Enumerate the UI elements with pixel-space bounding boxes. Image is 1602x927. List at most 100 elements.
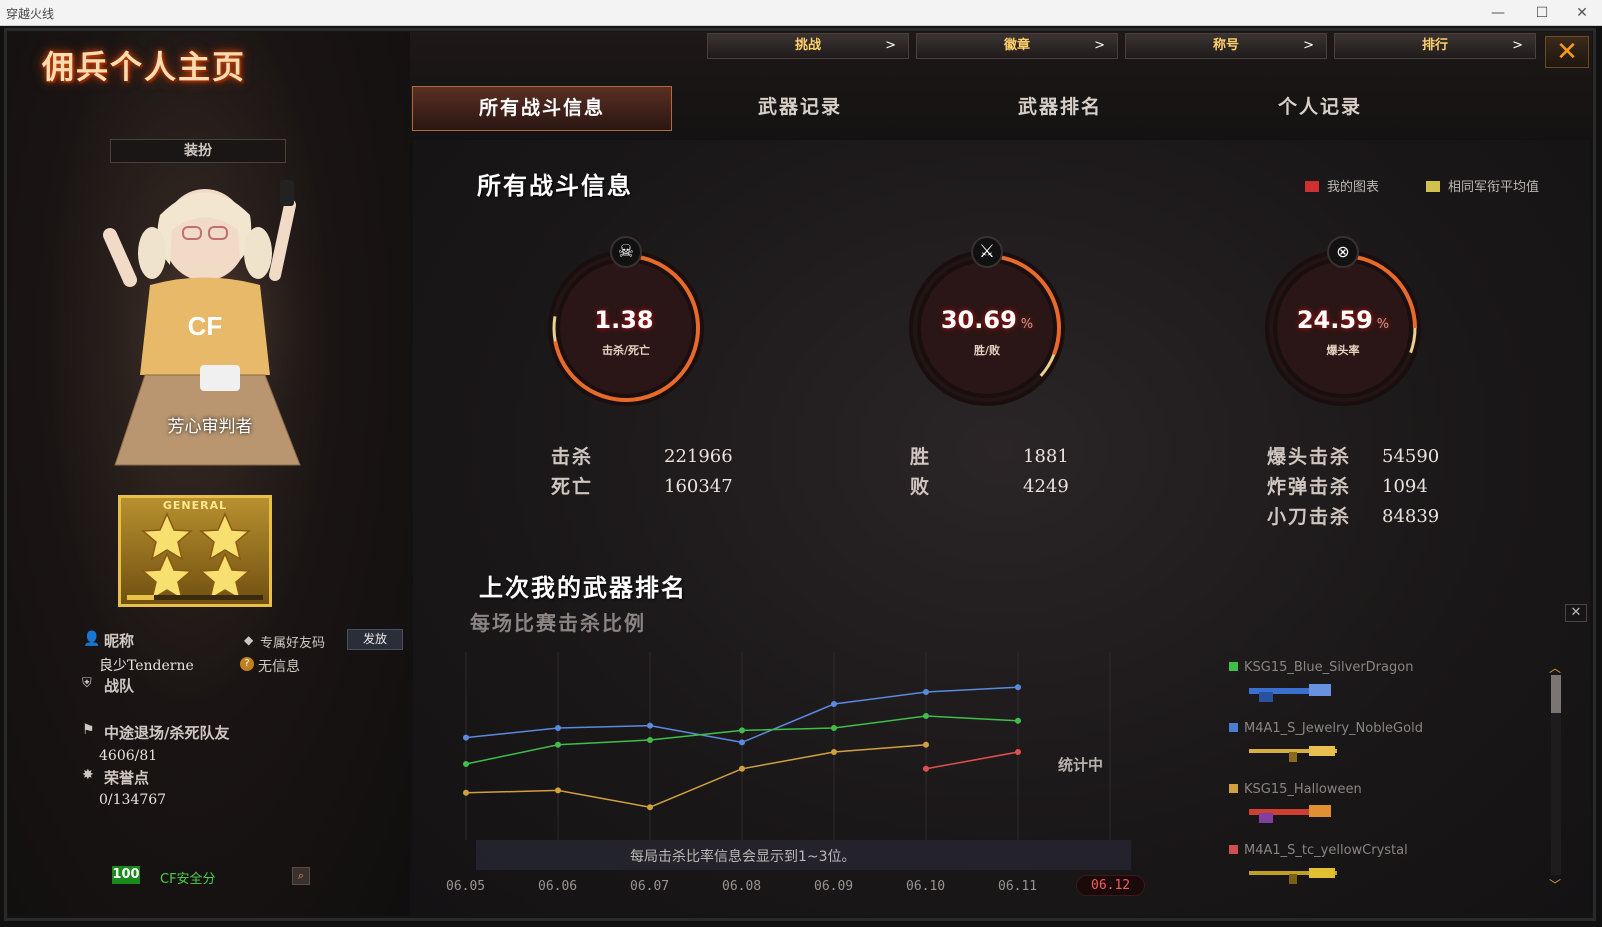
- tab-weapon-ranking[interactable]: 武器排名: [930, 86, 1190, 131]
- x-tick-label[interactable]: 06.06: [538, 879, 577, 894]
- shortcut-badge[interactable]: 徽章 >: [916, 33, 1118, 59]
- friend-code-label: 专属好友码: [260, 636, 326, 651]
- series-point-2: [647, 804, 653, 811]
- battle-info-title: 所有战斗信息: [477, 172, 633, 200]
- weapon-rank-title: 上次我的武器排名: [479, 574, 687, 602]
- series-point-2: [739, 765, 745, 772]
- scrollbar-track[interactable]: [1551, 675, 1561, 875]
- security-label: CF安全分: [160, 872, 216, 887]
- series-point-0: [647, 722, 653, 729]
- nickname-label: 昵称: [104, 632, 135, 650]
- collapse-icon[interactable]: ✕: [1565, 604, 1587, 622]
- series-point-0: [739, 739, 745, 746]
- honor-label: 荣誉点: [104, 769, 150, 787]
- weapon-item-1[interactable]: KSG15_Blue_SilverDragon: [1229, 660, 1413, 675]
- headshot-ring: 24.59% 爆头率: [1263, 248, 1423, 408]
- rank-badge: GENERAL: [118, 495, 272, 607]
- series-point-0: [923, 689, 929, 695]
- shortcut-title[interactable]: 称号 >: [1125, 33, 1327, 59]
- win-ring: 30.69% 胜/败: [907, 248, 1067, 408]
- headshot-kills-label: 爆头击杀: [1267, 446, 1352, 468]
- series-point-2: [831, 749, 837, 755]
- bomb-kills-label: 炸弹击杀: [1267, 476, 1352, 498]
- kd-ring: 1.38 击杀/死亡: [546, 248, 706, 408]
- headshot-value: 24.59: [1296, 306, 1373, 334]
- shield-icon: ⛨: [82, 676, 92, 691]
- losses-label: 败: [910, 476, 932, 498]
- tab-weapon-record[interactable]: 武器记录: [670, 86, 930, 131]
- x-tick-label[interactable]: 06.12: [1076, 875, 1146, 896]
- svg-text:CF: CF: [188, 311, 223, 341]
- tag-icon: ◆: [244, 633, 254, 647]
- series-point-1: [831, 725, 837, 731]
- weapon-rank-subtitle: 每场比赛击杀比例: [470, 611, 646, 635]
- series-point-0: [555, 725, 561, 731]
- crossed-guns-icon: ⚔: [971, 236, 1003, 268]
- series-point-1: [739, 727, 745, 734]
- x-tick-label[interactable]: 06.10: [906, 879, 945, 894]
- tab-personal-record[interactable]: 个人记录: [1190, 86, 1450, 131]
- legend-swatch-red: [1305, 181, 1319, 192]
- bomb-kills-value: 1094: [1382, 476, 1428, 497]
- clan-label: 战队: [104, 677, 135, 695]
- deaths-label: 死亡: [551, 476, 594, 498]
- no-info-text: 无信息: [258, 659, 300, 675]
- runner-icon: ⚑: [82, 722, 95, 738]
- scroll-down-icon[interactable]: ﹀: [1549, 879, 1563, 891]
- weapon-swatch: [1229, 845, 1238, 854]
- knife-kills-value: 84839: [1382, 506, 1440, 527]
- kd-label: 击杀/死亡: [601, 344, 651, 357]
- honor-value: 0/134767: [99, 792, 167, 808]
- series-point-1: [555, 741, 561, 748]
- scroll-up-icon[interactable]: ︿: [1549, 662, 1563, 674]
- x-tick-label[interactable]: 06.11: [998, 879, 1037, 894]
- close-page-button[interactable]: ✕: [1545, 36, 1589, 68]
- x-tick-label[interactable]: 06.09: [814, 879, 853, 894]
- kills-value: 221966: [664, 446, 733, 467]
- skull-icon: ☠: [610, 236, 642, 268]
- minimize-button[interactable]: —: [1478, 3, 1518, 23]
- kd-value: 1.38: [594, 306, 654, 334]
- headshot-kills-value: 54590: [1382, 446, 1440, 467]
- search-icon[interactable]: ⌕: [292, 867, 310, 885]
- nickname-value: 良少Tenderne: [99, 658, 194, 674]
- weapon-item-2[interactable]: M4A1_S_Jewelry_NobleGold: [1229, 721, 1423, 736]
- dress-up-button[interactable]: 装扮: [110, 139, 286, 163]
- star-icon: [141, 512, 251, 601]
- weapon-item-3[interactable]: KSG15_Halloween: [1229, 782, 1362, 797]
- tab-all-battle-info[interactable]: 所有战斗信息: [412, 86, 672, 131]
- question-icon: ?: [240, 657, 254, 671]
- series-point-2: [923, 741, 929, 748]
- x-tick-label[interactable]: 06.05: [446, 879, 485, 894]
- win-label: 胜/败: [973, 344, 1001, 357]
- weapon-swatch: [1229, 784, 1238, 793]
- series-line-3: [925, 751, 1019, 770]
- close-window-button[interactable]: ✕: [1562, 3, 1602, 23]
- quit-label: 中途退场/杀死队友: [104, 724, 230, 742]
- x-tick-label[interactable]: 06.08: [722, 879, 761, 894]
- series-line-2: [465, 744, 927, 808]
- series-point-0: [463, 734, 469, 741]
- x-tick-label[interactable]: 06.07: [630, 879, 669, 894]
- shotgun-icon: [1249, 805, 1331, 823]
- series-point-0: [1015, 684, 1021, 691]
- series-point-2: [555, 787, 561, 794]
- weapon-swatch: [1229, 662, 1238, 671]
- series-point-0: [831, 701, 837, 707]
- shortcut-ranking[interactable]: 排行 >: [1334, 33, 1536, 59]
- scrollbar-thumb[interactable]: [1551, 675, 1561, 713]
- series-point-1: [463, 761, 469, 767]
- maximize-button[interactable]: ☐: [1522, 3, 1562, 23]
- deaths-value: 160347: [664, 476, 733, 497]
- wins-label: 胜: [910, 446, 932, 468]
- kills-label: 击杀: [551, 446, 594, 468]
- rifle-icon: [1249, 746, 1337, 762]
- series-point-1: [923, 713, 929, 719]
- send-code-button[interactable]: 发放: [347, 629, 403, 650]
- user-icon: 👤: [83, 631, 101, 647]
- shortcut-challenge[interactable]: 挑战 >: [707, 33, 909, 59]
- win-value: 30.69: [940, 306, 1017, 334]
- shotgun-icon: [1249, 684, 1331, 702]
- wins-value: 1881: [1023, 446, 1069, 467]
- weapon-item-4[interactable]: M4A1_S_tc_yellowCrystal: [1229, 843, 1408, 858]
